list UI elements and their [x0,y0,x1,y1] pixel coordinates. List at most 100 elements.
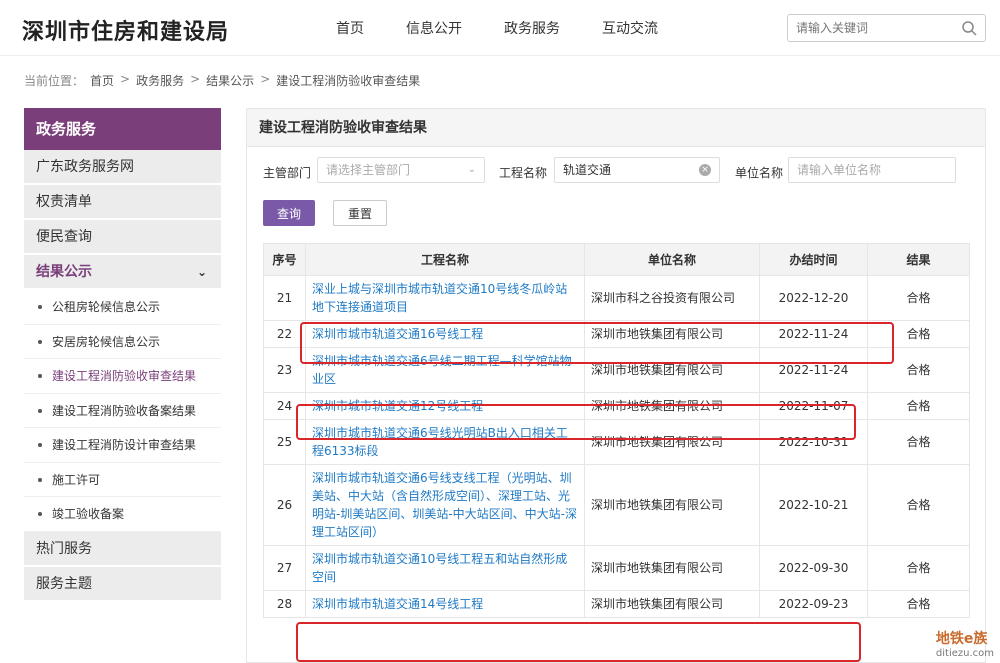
row-no: 21 [263,275,306,321]
breadcrumb-current: 建设工程消防验收审查结果 [276,74,421,88]
clear-icon[interactable]: × [699,164,711,176]
row-date: 2022-10-21 [759,464,868,546]
row-no: 28 [263,590,306,618]
row-no: 23 [263,347,306,393]
project-value: 轨道交通 [563,163,612,177]
sidebar-item-rights-list[interactable]: 权责清单 [24,185,221,220]
project-link[interactable]: 深圳市城市轨道交通6号线二期工程—科学馆站物业区 [305,347,585,393]
col-header-project: 工程名称 [305,243,585,276]
row-date: 2022-11-07 [759,392,868,420]
col-header-result: 结果 [867,243,970,276]
table-row: 25 深圳市城市轨道交通6号线光明站B出入口相关工程6133标段 深圳市地铁集团… [263,419,970,465]
row-result: 合格 [867,320,970,348]
table-row: 23 深圳市城市轨道交通6号线二期工程—科学馆站物业区 深圳市地铁集团有限公司 … [263,347,970,393]
row-result: 合格 [867,347,970,393]
col-header-unit: 单位名称 [584,243,760,276]
breadcrumb: 当前位置： 首页 > 政务服务 > 结果公示 > 建设工程消防验收审查结果 [24,72,420,89]
dept-placeholder: 请选择主管部门 [326,163,411,177]
row-unit: 深圳市地铁集团有限公司 [584,347,760,393]
breadcrumb-separator: > [260,72,271,86]
sidebar-item-results[interactable]: 结果公示 ⌄ [24,255,221,290]
row-unit: 深圳市地铁集团有限公司 [584,392,760,420]
row-no: 22 [263,320,306,348]
row-date: 2022-09-30 [759,545,868,591]
reset-button[interactable]: 重置 [333,200,387,226]
nav-gov-service[interactable]: 政务服务 [504,18,560,38]
sidebar-sub-fire-design[interactable]: 建设工程消防设计审查结果 [24,428,221,463]
table-row: 24 深圳市城市轨道交通12号线工程 深圳市地铁集团有限公司 2022-11-0… [263,392,970,420]
search-box [787,14,986,42]
nav-interaction[interactable]: 互动交流 [602,18,658,38]
search-icon[interactable] [961,20,977,36]
row-unit: 深圳市地铁集团有限公司 [584,320,760,348]
watermark-text: 地铁e族 [935,631,988,647]
row-unit: 深圳市地铁集团有限公司 [584,545,760,591]
table-row: 21 深业上城与深圳市城市轨道交通10号线冬瓜岭站地下连接通道项目 深圳市科之谷… [263,275,970,321]
sidebar-item-convenience[interactable]: 便民查询 [24,220,221,255]
table-header-row: 序号 工程名称 单位名称 办结时间 结果 [263,243,970,276]
breadcrumb-results[interactable]: 结果公示 [206,72,254,89]
col-header-date: 办结时间 [759,243,868,276]
sidebar-sub-construction-permit[interactable]: 施工许可 [24,462,221,497]
project-link[interactable]: 深圳市城市轨道交通6号线支线工程（光明站、圳美站、中大站（含自然形成空间）、深理… [305,464,585,546]
sidebar: 政务服务 广东政务服务网 权责清单 便民查询 结果公示 ⌄ 公租房轮候信息公示 … [24,108,221,602]
sidebar-sub-completion[interactable]: 竣工验收备案 [24,497,221,532]
sidebar-sub-fire-filing[interactable]: 建设工程消防验收备案结果 [24,393,221,428]
project-input[interactable]: 轨道交通 × [554,157,720,183]
watermark-logo: 地铁e族 ditiezu.com [936,628,994,659]
project-link[interactable]: 深圳市城市轨道交通14号线工程 [305,590,585,618]
sidebar-sub-public-rental[interactable]: 公租房轮候信息公示 [24,290,221,325]
sidebar-item-service-topics[interactable]: 服务主题 [24,566,221,602]
main-nav: 首页 信息公开 政务服务 互动交流 [336,18,700,38]
breadcrumb-prefix: 当前位置： [24,74,85,88]
sidebar-item-hot-services[interactable]: 热门服务 [24,531,221,567]
project-link[interactable]: 深圳市城市轨道交通6号线光明站B出入口相关工程6133标段 [305,419,585,465]
row-unit: 深圳市地铁集团有限公司 [584,419,760,465]
project-link[interactable]: 深圳市城市轨道交通12号线工程 [305,392,585,420]
project-link[interactable]: 深业上城与深圳市城市轨道交通10号线冬瓜岭站地下连接通道项目 [305,275,585,321]
sidebar-sub-fire-acceptance[interactable]: 建设工程消防验收审查结果 [24,359,221,394]
row-no: 27 [263,545,306,591]
unit-label: 单位名称 [735,166,784,180]
query-button[interactable]: 查询 [263,200,315,226]
filter-bar: 主管部门 请选择主管部门 ⌄ 工程名称 轨道交通 × 单位名称 请输入单位名称 [247,157,985,187]
project-link[interactable]: 深圳市城市轨道交通10号线工程五和站自然形成空间 [305,545,585,591]
unit-placeholder: 请输入单位名称 [797,163,882,177]
table-body: 21 深业上城与深圳市城市轨道交通10号线冬瓜岭站地下连接通道项目 深圳市科之谷… [263,275,970,618]
search-input[interactable] [796,21,956,35]
table-row: 27 深圳市城市轨道交通10号线工程五和站自然形成空间 深圳市地铁集团有限公司 … [263,545,970,591]
project-label: 工程名称 [499,166,548,180]
row-date: 2022-12-20 [759,275,868,321]
sidebar-item-label: 结果公示 [36,264,92,280]
sidebar-sub-housing[interactable]: 安居房轮候信息公示 [24,324,221,359]
table-row: 28 深圳市城市轨道交通14号线工程 深圳市地铁集团有限公司 2022-09-2… [263,590,970,618]
sidebar-title: 政务服务 [24,108,221,150]
row-result: 合格 [867,275,970,321]
row-result: 合格 [867,590,970,618]
watermark-sub: ditiezu.com [935,648,994,659]
breadcrumb-gov-service[interactable]: 政务服务 [136,72,184,89]
site-header: 深圳市住房和建设局 首页 信息公开 政务服务 互动交流 [0,0,1000,56]
chevron-down-icon: ⌄ [467,164,476,175]
site-logo[interactable]: 深圳市住房和建设局 [22,14,229,46]
nav-info-public[interactable]: 信息公开 [406,18,462,38]
row-no: 26 [263,464,306,546]
row-unit: 深圳市地铁集团有限公司 [584,464,760,546]
row-unit: 深圳市科之谷投资有限公司 [584,275,760,321]
project-link[interactable]: 深圳市城市轨道交通16号线工程 [305,320,585,348]
dept-select[interactable]: 请选择主管部门 ⌄ [317,157,485,183]
panel-title: 建设工程消防验收审查结果 [247,109,985,147]
table-row: 26 深圳市城市轨道交通6号线支线工程（光明站、圳美站、中大站（含自然形成空间）… [263,464,970,546]
breadcrumb-home[interactable]: 首页 [90,72,114,89]
nav-home[interactable]: 首页 [336,18,364,38]
unit-input[interactable]: 请输入单位名称 [788,157,956,183]
row-no: 25 [263,419,306,465]
row-result: 合格 [867,545,970,591]
row-no: 24 [263,392,306,420]
col-header-no: 序号 [263,243,306,276]
results-table: 序号 工程名称 单位名称 办结时间 结果 21 深业上城与深圳市城市轨道交通10… [263,243,970,618]
sidebar-item-guangdong[interactable]: 广东政务服务网 [24,150,221,185]
breadcrumb-separator: > [190,72,201,86]
row-date: 2022-10-31 [759,419,868,465]
table-row: 22 深圳市城市轨道交通16号线工程 深圳市地铁集团有限公司 2022-11-2… [263,320,970,348]
